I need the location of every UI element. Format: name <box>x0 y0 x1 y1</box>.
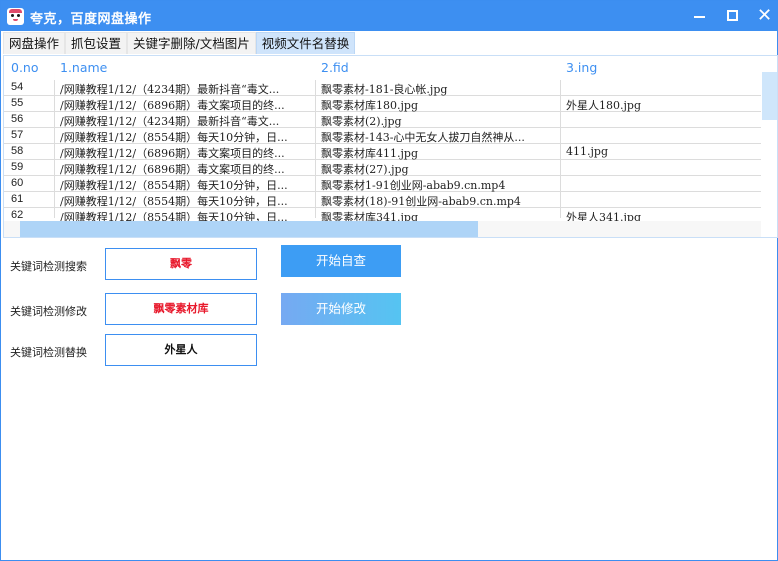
row-name: /网赚教程1/12/（8554期）每天10分钟，日... <box>60 179 288 192</box>
row-ing: 411.jpg <box>566 145 608 158</box>
maximize-icon <box>727 10 738 21</box>
table-row[interactable]: 61/网赚教程1/12/（8554期）每天10分钟，日... 飘零素材(18)-9… <box>4 192 761 208</box>
horizontal-scrollbar-thumb[interactable] <box>20 221 478 237</box>
row-name: /网赚教程1/12/（6896期）毒文案项目的终... <box>60 163 285 176</box>
close-button[interactable]: ✕ <box>749 1 778 31</box>
column-header-name[interactable]: 1.name <box>60 60 107 75</box>
tab-netdisk[interactable]: 网盘操作 <box>3 32 66 54</box>
table-row[interactable]: 59/网赚教程1/12/（6896期）毒文案项目的终... 飘零素材(27).jp… <box>4 160 761 176</box>
column-divider <box>315 80 316 218</box>
start-modify-button[interactable]: 开始修改 <box>281 293 401 325</box>
search-keyword-field[interactable]: 飘零 <box>105 248 257 280</box>
column-divider <box>54 80 55 218</box>
table-row[interactable]: 58/网赚教程1/12/（6896期）毒文案项目的终... 飘零素材库411.jp… <box>4 144 761 160</box>
title-bar[interactable]: 夸克，百度网盘操作 ✕ <box>1 1 777 31</box>
table-row[interactable]: 56/网赚教程1/12/（4234期）最新抖音“毒文... 飘零素材(2).jpg <box>4 112 761 128</box>
row-number: 60 <box>11 177 24 189</box>
search-keyword-label: 关键词检测搜索 <box>10 260 87 273</box>
replace-keyword-field[interactable]: 外星人 <box>105 334 257 366</box>
row-fid: 飘零素材库411.jpg <box>321 147 418 160</box>
minimize-icon <box>694 16 705 18</box>
row-fid: 飘零素材库180.jpg <box>321 99 418 112</box>
maximize-button[interactable] <box>717 1 747 31</box>
column-header-fid[interactable]: 2.fid <box>321 60 349 75</box>
tab-keyword-delete[interactable]: 关键字删除/文档图片 <box>127 32 256 54</box>
vertical-scrollbar-thumb[interactable] <box>762 72 777 120</box>
row-number: 54 <box>11 81 24 93</box>
row-number: 55 <box>11 97 24 109</box>
app-logo-icon <box>7 8 24 25</box>
table-row[interactable]: 60/网赚教程1/12/（8554期）每天10分钟，日... 飘零素材1-91创业… <box>4 176 761 192</box>
row-name: /网赚教程1/12/（8554期）每天10分钟，日... <box>60 131 288 144</box>
tab-video-rename[interactable]: 视频文件名替换 <box>255 32 356 54</box>
column-header-ing[interactable]: 3.ing <box>566 60 597 75</box>
close-icon: ✕ <box>757 5 773 26</box>
row-name: /网赚教程1/12/（6896期）毒文案项目的终... <box>60 99 285 112</box>
table-row[interactable]: 57/网赚教程1/12/（8554期）每天10分钟，日... 飘零素材-143-心… <box>4 128 761 144</box>
row-fid: 飘零素材(2).jpg <box>321 115 402 128</box>
row-number: 59 <box>11 161 24 173</box>
start-check-button[interactable]: 开始自查 <box>281 245 401 277</box>
column-divider <box>560 80 561 218</box>
modify-keyword-field[interactable]: 飘零素材库 <box>105 293 257 325</box>
row-fid: 飘零素材-181-良心帐.jpg <box>321 83 448 96</box>
column-header-no[interactable]: 0.no <box>11 60 39 75</box>
row-name: /网赚教程1/12/（4234期）最新抖音“毒文... <box>60 83 280 96</box>
row-ing: 外星人180.jpg <box>566 99 641 112</box>
grid-header: 0.no 1.name 2.fid 3.ing <box>4 56 777 80</box>
row-fid: 飘零素材-143-心中无女人拔刀自然神从... <box>321 131 525 144</box>
minimize-button[interactable] <box>685 1 715 31</box>
window-title: 夸克，百度网盘操作 <box>30 12 152 27</box>
app-window: 夸克，百度网盘操作 ✕ 网盘操作 抓包设置 关键字删除/文档图片 视频文件名替换… <box>0 0 778 561</box>
row-number: 62 <box>11 209 24 221</box>
row-number: 56 <box>11 113 24 125</box>
modify-keyword-label: 关键词检测修改 <box>10 305 87 318</box>
row-number: 61 <box>11 193 24 205</box>
row-fid: 飘零素材1-91创业网-abab9.cn.mp4 <box>321 179 506 192</box>
tab-bar: 网盘操作 抓包设置 关键字删除/文档图片 视频文件名替换 <box>3 32 356 54</box>
tab-capture-settings[interactable]: 抓包设置 <box>65 32 128 54</box>
row-name: /网赚教程1/12/（6896期）毒文案项目的终... <box>60 147 285 160</box>
table-row[interactable]: 55/网赚教程1/12/（6896期）毒文案项目的终... 飘零素材库180.jp… <box>4 96 761 112</box>
replace-keyword-label: 关键词检测替换 <box>10 346 87 359</box>
table-row[interactable]: 54/网赚教程1/12/（4234期）最新抖音“毒文... 飘零素材-181-良心… <box>4 80 761 96</box>
row-number: 57 <box>11 129 24 141</box>
row-fid: 飘零素材(18)-91创业网-abab9.cn.mp4 <box>321 195 521 208</box>
row-name: /网赚教程1/12/（8554期）每天10分钟，日... <box>60 195 288 208</box>
file-grid[interactable]: 0.no 1.name 2.fid 3.ing 54/网赚教程1/12/（423… <box>3 55 778 238</box>
row-fid: 飘零素材(27).jpg <box>321 163 409 176</box>
row-number: 58 <box>11 145 24 157</box>
row-name: /网赚教程1/12/（4234期）最新抖音“毒文... <box>60 115 280 128</box>
